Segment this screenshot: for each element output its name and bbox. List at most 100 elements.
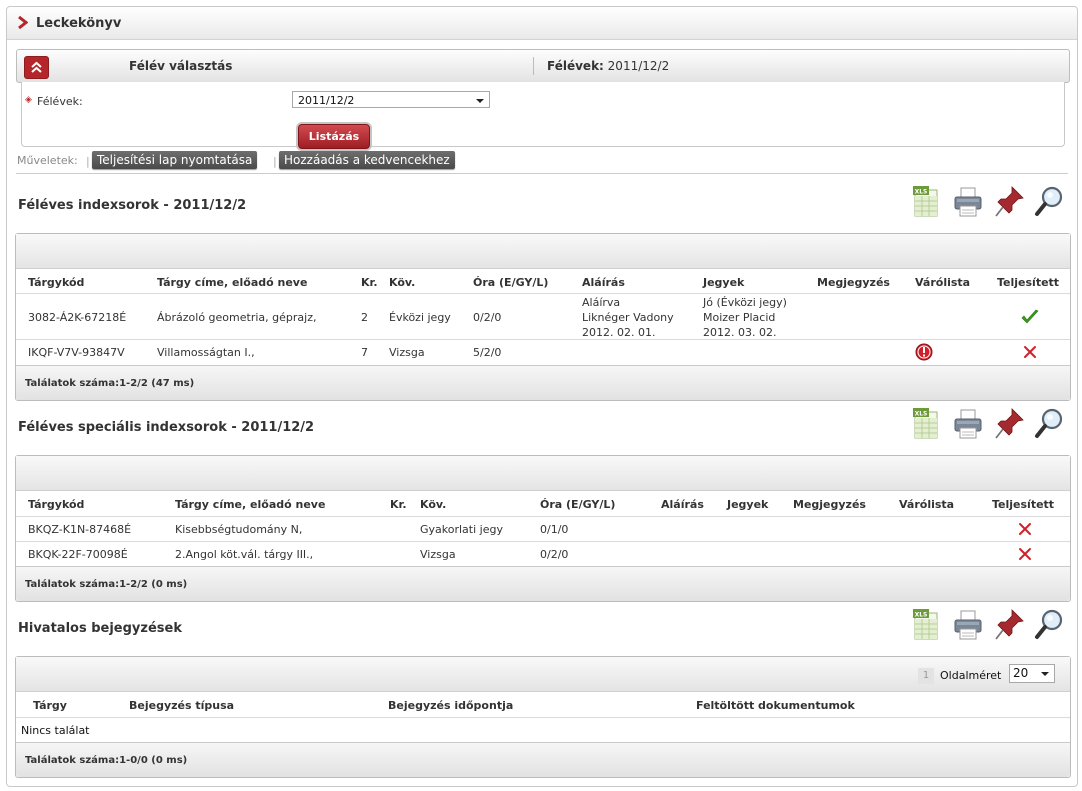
- column-header[interactable]: Kr.: [390, 498, 407, 511]
- signature-teacher: Liknéger Vadony: [582, 311, 674, 324]
- column-header[interactable]: Teljesített: [997, 276, 1059, 289]
- cross-icon: [1023, 345, 1037, 359]
- result-count: Találatok száma:1-2/2 (0 ms): [25, 579, 188, 590]
- section-title-official-entries: Hivatalos bejegyzések: [18, 621, 182, 636]
- table-footer: Találatok száma:1-2/2 (0 ms): [16, 566, 1070, 601]
- column-header[interactable]: Tárgy: [33, 699, 67, 712]
- page-title: Leckekönyv: [36, 16, 122, 31]
- add-to-favorites-button[interactable]: Hozzáadás a kedvencekhez: [279, 151, 455, 169]
- requirement: Vizsga: [420, 548, 456, 561]
- course-name[interactable]: 2.Angol köt.vál. tárgy III.,: [175, 548, 313, 561]
- section-title-semester-records: Féléves indexsorok - 2011/12/2: [18, 198, 247, 213]
- empty-message: Nincs találat: [21, 724, 90, 737]
- credit: 7: [361, 346, 368, 359]
- column-header[interactable]: Aláírás: [582, 276, 625, 289]
- column-header[interactable]: Aláírás: [661, 498, 704, 511]
- column-header[interactable]: Jegyek: [703, 276, 744, 289]
- xls-export-icon[interactable]: [911, 407, 943, 441]
- cross-icon: [1018, 522, 1032, 536]
- semester-records-table: Tárgykód Tárgy címe, előadó neve Kr. Köv…: [15, 233, 1071, 401]
- column-header[interactable]: Tárgy címe, előadó neve: [157, 276, 307, 289]
- official-entries-table: 1 Oldalméret 20 Tárgy Bejegyzés típusa B…: [15, 656, 1071, 778]
- column-header[interactable]: Bejegyzés típusa: [129, 699, 234, 712]
- checkmark-icon: [1021, 309, 1039, 325]
- course-code: 3082-Á2K-67218É: [28, 311, 127, 324]
- hours: 0/2/0: [473, 311, 502, 324]
- hours: 5/2/0: [473, 346, 502, 359]
- grade-value: Jó (Évközi jegy): [703, 296, 787, 309]
- column-header[interactable]: Tárgy címe, előadó neve: [175, 498, 325, 511]
- course-name[interactable]: Ábrázoló geometria, géprajz,: [157, 311, 316, 324]
- hours: 0/2/0: [540, 548, 569, 561]
- pin-icon[interactable]: [993, 185, 1025, 219]
- result-count: Találatok száma:1-2/2 (47 ms): [25, 378, 195, 389]
- course-name[interactable]: Kisebbségtudomány N,: [175, 523, 302, 536]
- pin-icon[interactable]: [993, 407, 1025, 441]
- column-header[interactable]: Megjegyzés: [817, 276, 890, 289]
- requirement: Gyakorlati jegy: [420, 523, 503, 536]
- print-icon[interactable]: [952, 185, 984, 219]
- column-header[interactable]: Köv.: [389, 276, 415, 289]
- column-header[interactable]: Teljesített: [992, 498, 1054, 511]
- page-size-label: Oldalméret: [940, 669, 1002, 682]
- collapse-button[interactable]: [24, 56, 49, 79]
- section-title-special-records: Féléves speciális indexsorok - 2011/12/2: [18, 420, 315, 435]
- empty-row: Nincs találat: [16, 717, 1070, 742]
- list-button[interactable]: Listázás: [298, 124, 370, 149]
- page-title-bar: Leckekönyv: [7, 7, 1077, 40]
- table-footer: Találatok száma:1-0/0 (0 ms): [16, 742, 1070, 777]
- required-diamond-icon: ◈: [25, 95, 32, 105]
- page-size-select[interactable]: 20: [1009, 664, 1055, 683]
- column-header[interactable]: Feltöltött dokumentumok: [696, 699, 855, 712]
- gradebook-panel: Leckekönyv Félév választás Félévek: 2011…: [6, 6, 1078, 787]
- pin-icon[interactable]: [993, 608, 1025, 642]
- table-row[interactable]: 3082-Á2K-67218É Ábrázoló geometria, gépr…: [16, 293, 1070, 340]
- xls-export-icon[interactable]: [911, 608, 943, 642]
- requirement: Vizsga: [389, 346, 425, 359]
- result-count: Találatok száma:1-0/0 (0 ms): [25, 755, 188, 766]
- course-name[interactable]: Villamosságtan I.,: [157, 346, 255, 359]
- table-footer: Találatok száma:1-2/2 (47 ms): [16, 365, 1070, 400]
- column-header[interactable]: Jegyek: [727, 498, 768, 511]
- divider: |: [86, 155, 90, 168]
- print-completion-sheet-button[interactable]: Teljesítési lap nyomtatása: [92, 151, 258, 169]
- divider: [533, 57, 534, 75]
- column-header[interactable]: Tárgykód: [28, 276, 84, 289]
- table-toolbar: [16, 234, 1070, 269]
- divider: |: [273, 155, 277, 168]
- column-header[interactable]: Megjegyzés: [793, 498, 866, 511]
- semester-select[interactable]: 2011/12/2: [292, 91, 490, 108]
- grade-teacher: Moizer Placid: [703, 311, 776, 324]
- column-header[interactable]: Óra (E/GY/L): [540, 498, 615, 511]
- column-header[interactable]: Kr.: [361, 276, 378, 289]
- column-header[interactable]: Óra (E/GY/L): [473, 276, 548, 289]
- column-header[interactable]: Várólista: [915, 276, 970, 289]
- print-icon[interactable]: [952, 407, 984, 441]
- cross-icon: [1018, 547, 1032, 561]
- current-semester: Félévek: 2011/12/2: [547, 59, 670, 73]
- course-code: BKQZ-K1N-87468É: [28, 523, 132, 536]
- column-header[interactable]: Bejegyzés időpontja: [388, 699, 513, 712]
- search-icon[interactable]: [1033, 608, 1065, 642]
- print-icon[interactable]: [952, 608, 984, 642]
- special-records-table: Tárgykód Tárgy címe, előadó neve Kr. Köv…: [15, 455, 1071, 602]
- column-header[interactable]: Várólista: [899, 498, 954, 511]
- table-toolbar: [16, 456, 1070, 491]
- table-row[interactable]: BKQK-22F-70098É 2.Angol köt.vál. tárgy I…: [16, 541, 1070, 566]
- warning-icon[interactable]: [915, 343, 933, 361]
- column-header[interactable]: Köv.: [420, 498, 446, 511]
- semester-form: ◈ Félévek: 2011/12/2 Listázás: [21, 82, 1065, 149]
- semester-selector-label: Félév választás: [129, 59, 233, 73]
- signature-status: Aláírva: [582, 296, 621, 309]
- table-row[interactable]: IKQF-V7V-93847V Villamosságtan I., 7 Viz…: [16, 339, 1070, 364]
- section-toolbar: [911, 608, 1071, 642]
- column-header[interactable]: Tárgykód: [28, 498, 84, 511]
- table-row[interactable]: BKQZ-K1N-87468É Kisebbségtudomány N, Gya…: [16, 516, 1070, 541]
- xls-export-icon[interactable]: [911, 185, 943, 219]
- chevron-down-icon: [1041, 672, 1049, 676]
- hours: 0/1/0: [540, 523, 569, 536]
- search-icon[interactable]: [1033, 407, 1065, 441]
- double-chevron-up-icon: [31, 61, 42, 73]
- page-number[interactable]: 1: [918, 668, 934, 684]
- search-icon[interactable]: [1033, 185, 1065, 219]
